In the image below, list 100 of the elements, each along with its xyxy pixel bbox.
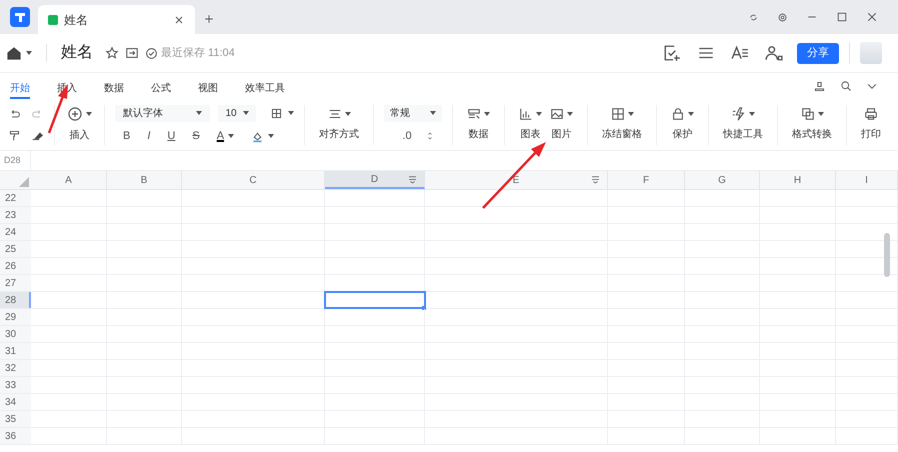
caret-icon: [242, 111, 249, 116]
row-header[interactable]: 35: [0, 411, 31, 427]
sheet-icon: [48, 14, 58, 24]
ribbon-tab[interactable]: 效率工具: [245, 73, 285, 99]
row-header[interactable]: 22: [0, 190, 31, 206]
row-header[interactable]: 34: [0, 394, 31, 410]
column-header[interactable]: E: [425, 171, 608, 189]
column-header[interactable]: B: [107, 171, 182, 189]
row-header[interactable]: 28: [0, 292, 31, 308]
number-format-dropdown[interactable]: 常规: [384, 104, 442, 122]
caret-icon: [26, 51, 32, 55]
format-button[interactable]: 格式转换: [788, 107, 836, 142]
print-button[interactable]: 打印: [857, 107, 885, 142]
ribbon-tab[interactable]: 公式: [151, 73, 171, 99]
column-header[interactable]: I: [836, 171, 898, 189]
freeze-button[interactable]: 冻结窗格: [598, 107, 646, 142]
app-logo-icon[interactable]: [10, 7, 30, 27]
ribbon-tab[interactable]: 视图: [198, 73, 218, 99]
align-icon: [328, 107, 342, 121]
color-button[interactable]: A: [216, 128, 224, 144]
document-title[interactable]: 姓名: [61, 41, 93, 65]
row-header[interactable]: 24: [0, 224, 31, 240]
ribbon-tab[interactable]: 开始: [10, 73, 30, 99]
row-header[interactable]: 26: [0, 258, 31, 274]
caret-icon: [567, 112, 573, 116]
stamp-icon: [813, 80, 826, 92]
caret-icon: [536, 112, 542, 116]
caret-icon: [288, 111, 294, 116]
caret-icon: [818, 112, 824, 116]
column-header[interactable]: G: [685, 171, 760, 189]
search-icon: [840, 80, 852, 92]
row-header[interactable]: 25: [0, 241, 31, 257]
caret-icon: [484, 112, 490, 116]
save-status: 最近保存 11:04: [161, 46, 235, 61]
collaborator-icon: [765, 44, 783, 62]
close-icon: [866, 11, 878, 23]
share-button[interactable]: 分享: [797, 42, 839, 64]
borders-icon: [270, 106, 283, 120]
align-button[interactable]: 对齐方式: [315, 107, 363, 142]
image-icon: [550, 107, 564, 121]
active-cell[interactable]: [325, 292, 425, 308]
lock-icon: [671, 107, 685, 121]
font-size-dropdown[interactable]: 10: [218, 104, 256, 122]
add-circle-icon: [67, 106, 83, 122]
maximize-icon: [836, 11, 848, 23]
annotation-arrow: [48, 84, 68, 134]
tab-label: 姓名: [64, 12, 89, 28]
caret-icon: [86, 112, 92, 116]
row-header[interactable]: 33: [0, 377, 31, 393]
annotation-arrow: [482, 142, 546, 209]
document-tab[interactable]: 姓名: [38, 5, 195, 34]
add-tab-icon: [203, 13, 215, 25]
column-header[interactable]: H: [760, 171, 836, 189]
row-header[interactable]: 32: [0, 360, 31, 376]
move-icon: [125, 46, 139, 60]
close-icon: [173, 14, 185, 26]
row-header[interactable]: 27: [0, 275, 31, 291]
row-header[interactable]: 31: [0, 343, 31, 359]
sync-icon: [748, 12, 759, 22]
format-painter-icon: [8, 128, 21, 142]
decimal-button[interactable]: .0: [402, 128, 412, 144]
avatar-icon[interactable]: [860, 42, 882, 64]
data-button[interactable]: 数据: [463, 107, 494, 142]
row-header[interactable]: 30: [0, 326, 31, 342]
caret-icon: [628, 112, 634, 116]
caret-icon: [344, 112, 350, 116]
row-header[interactable]: 29: [0, 309, 31, 325]
underline-button[interactable]: U: [167, 128, 176, 144]
lightning-icon: [732, 107, 746, 121]
check-circle-icon: [145, 46, 158, 60]
bold-button[interactable]: B: [123, 128, 130, 144]
caret-icon: [688, 112, 694, 116]
column-header[interactable]: A: [31, 171, 107, 189]
row-header[interactable]: 23: [0, 207, 31, 223]
row-header[interactable]: 36: [0, 428, 31, 444]
strike-button[interactable]: S: [192, 128, 200, 144]
home-icon: [6, 45, 22, 61]
printer-icon: [864, 107, 878, 121]
picture-button[interactable]: 图片: [546, 107, 577, 142]
scrollbar[interactable]: [884, 233, 890, 277]
column-header[interactable]: F: [608, 171, 685, 189]
caret-icon: [268, 134, 274, 138]
insert-button[interactable]: 插入: [65, 106, 94, 143]
font-dropdown[interactable]: 默认字体: [115, 104, 210, 122]
stepper-icon: [426, 130, 434, 142]
chart-button[interactable]: 图表: [515, 107, 546, 142]
caret-icon: [748, 112, 754, 116]
quick-button[interactable]: 快捷工具: [719, 107, 767, 142]
select-all-icon[interactable]: [19, 177, 29, 187]
bar-chart-icon: [519, 107, 533, 121]
grid-icon: [610, 107, 624, 121]
caret-icon: [196, 111, 202, 116]
ribbon-tab[interactable]: 数据: [104, 73, 124, 99]
cell-reference[interactable]: D28: [0, 151, 31, 170]
data-icon: [467, 107, 481, 121]
add-task-icon: [663, 44, 681, 62]
copy-icon: [800, 107, 814, 121]
italic-button[interactable]: I: [147, 128, 150, 144]
protect-button[interactable]: 保护: [667, 107, 698, 142]
column-header[interactable]: D: [325, 171, 425, 189]
